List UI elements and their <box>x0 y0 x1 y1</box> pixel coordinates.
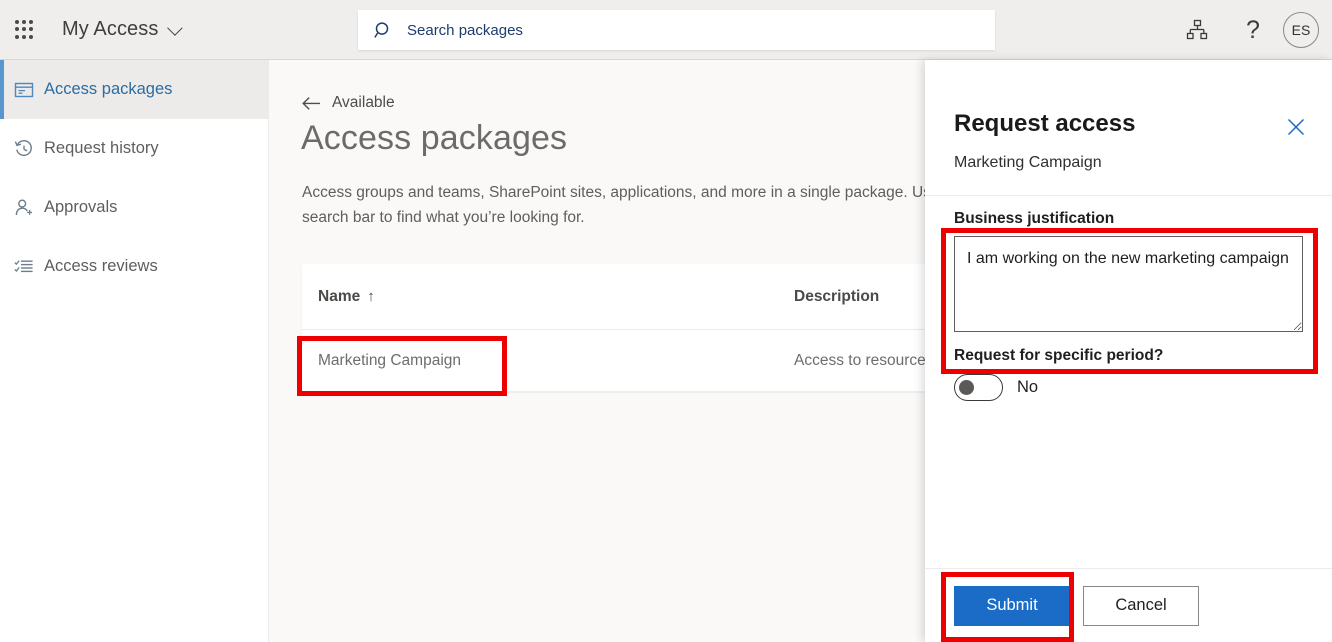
checklist-icon <box>14 257 44 277</box>
toggle-state-label: No <box>1017 378 1038 397</box>
page-title: Access packages <box>301 119 567 158</box>
sidebar-item-label: Access reviews <box>44 257 158 276</box>
avatar[interactable]: ES <box>1283 12 1319 48</box>
history-clock-icon <box>14 139 44 159</box>
toggle-knob <box>959 380 974 395</box>
back-arrow-icon <box>302 96 321 111</box>
cancel-button[interactable]: Cancel <box>1083 586 1199 626</box>
business-justification-label: Business justification <box>954 210 1114 228</box>
search-placeholder: Search packages <box>407 22 523 39</box>
chevron-down-icon <box>168 20 184 36</box>
sidebar-item-label: Request history <box>44 139 159 158</box>
page-description: Access groups and teams, SharePoint site… <box>302 180 1002 230</box>
sidebar-item-access-packages[interactable]: Access packages <box>0 60 268 119</box>
org-hierarchy-icon[interactable] <box>1169 0 1225 60</box>
panel-title: Request access <box>954 110 1135 138</box>
submit-button[interactable]: Submit <box>954 586 1070 626</box>
close-x-icon[interactable] <box>1282 113 1310 141</box>
app-launcher-waffle-icon[interactable] <box>0 0 48 60</box>
column-header-name[interactable]: Name ↑ <box>318 288 794 306</box>
breadcrumb-back-available[interactable]: Available <box>302 94 395 112</box>
help-question-mark: ? <box>1246 18 1260 43</box>
panel-subtitle: Marketing Campaign <box>954 154 1102 172</box>
sidebar-item-label: Approvals <box>44 198 117 217</box>
business-justification-input[interactable] <box>954 236 1303 332</box>
breadcrumb-label: Available <box>332 94 395 112</box>
help-icon[interactable]: ? <box>1225 0 1281 60</box>
specific-period-toggle-row: No <box>954 374 1038 401</box>
panel-body: Business justification Request for speci… <box>925 196 1332 568</box>
specific-period-label: Request for specific period? <box>954 347 1163 365</box>
column-header-description-label: Description <box>794 288 879 306</box>
waffle-dots <box>15 20 34 39</box>
sidebar-item-approvals[interactable]: Approvals <box>0 178 268 237</box>
search-packages-input[interactable]: Search packages <box>358 10 995 50</box>
panel-footer: Submit Cancel <box>925 568 1332 642</box>
specific-period-toggle[interactable] <box>954 374 1003 401</box>
avatar-initials: ES <box>1292 22 1311 38</box>
app-name-label: My Access <box>62 18 158 41</box>
person-add-icon <box>14 198 44 218</box>
cell-package-name[interactable]: Marketing Campaign <box>318 352 794 370</box>
search-icon <box>374 21 393 40</box>
sidebar-item-label: Access packages <box>44 80 172 99</box>
app-name-menu[interactable]: My Access <box>62 18 179 41</box>
request-access-panel: Request access Marketing Campaign Busine… <box>925 60 1332 642</box>
panel-header: Request access Marketing Campaign <box>925 60 1332 196</box>
header-actions: ? ES <box>1169 0 1332 60</box>
sidebar-item-access-reviews[interactable]: Access reviews <box>0 237 268 296</box>
sort-ascending-icon: ↑ <box>367 288 375 305</box>
package-box-icon <box>14 80 44 100</box>
sidebar-item-request-history[interactable]: Request history <box>0 119 268 178</box>
my-access-app-window: My Access Search packages <box>0 0 1332 642</box>
column-header-name-label: Name <box>318 288 360 306</box>
left-navigation: Access packages Request history <box>0 60 269 642</box>
suite-header-bar: My Access Search packages <box>0 0 1332 60</box>
